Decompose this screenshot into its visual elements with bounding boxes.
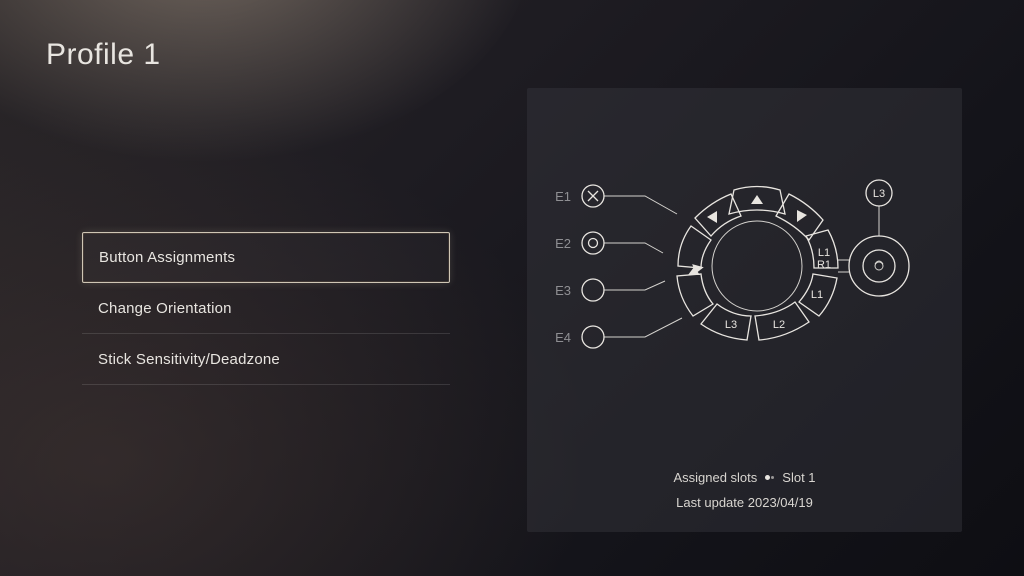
menu-item-change-orientation[interactable]: Change Orientation — [82, 283, 450, 334]
last-update-label: Last update — [676, 495, 744, 510]
slot-icon — [765, 475, 774, 480]
expansion-e4: E4 — [555, 318, 682, 348]
svg-text:L3: L3 — [725, 319, 737, 331]
svg-text:R1: R1 — [817, 259, 831, 271]
svg-text:E4: E4 — [555, 330, 571, 345]
expansion-e3: E3 — [555, 279, 665, 301]
menu-item-stick-sensitivity[interactable]: Stick Sensitivity/Deadzone — [82, 334, 450, 385]
svg-text:L1: L1 — [818, 247, 830, 259]
svg-text:E1: E1 — [555, 189, 571, 204]
assigned-slots-label: Assigned slots — [673, 470, 757, 485]
page-title: Profile 1 — [46, 38, 161, 72]
controller-preview-panel: .stroke { fill: none; stroke: #e8e5e0; s… — [527, 88, 962, 532]
preview-footer: Assigned slots Slot 1 Last update 2023/0… — [527, 470, 962, 510]
assigned-slot-value: Slot 1 — [782, 470, 815, 485]
expansion-e2: E2 — [555, 232, 663, 254]
svg-text:L1: L1 — [811, 289, 823, 301]
svg-text:E3: E3 — [555, 283, 571, 298]
svg-text:L3: L3 — [873, 188, 885, 200]
settings-menu: Button Assignments Change Orientation St… — [82, 232, 450, 385]
controller-diagram: .stroke { fill: none; stroke: #e8e5e0; s… — [527, 88, 962, 532]
menu-item-label: Button Assignments — [99, 249, 235, 266]
svg-text:E2: E2 — [555, 236, 571, 251]
menu-item-button-assignments[interactable]: Button Assignments — [82, 232, 450, 283]
svg-text:L2: L2 — [773, 319, 785, 331]
menu-item-label: Change Orientation — [98, 300, 232, 317]
expansion-e1: E1 — [555, 185, 677, 214]
menu-item-label: Stick Sensitivity/Deadzone — [98, 351, 280, 368]
last-update-value: 2023/04/19 — [748, 495, 813, 510]
analog-stick: L3 — [838, 180, 909, 296]
controller-ring: L1 R1 L1 L2 L3 — [677, 187, 838, 341]
